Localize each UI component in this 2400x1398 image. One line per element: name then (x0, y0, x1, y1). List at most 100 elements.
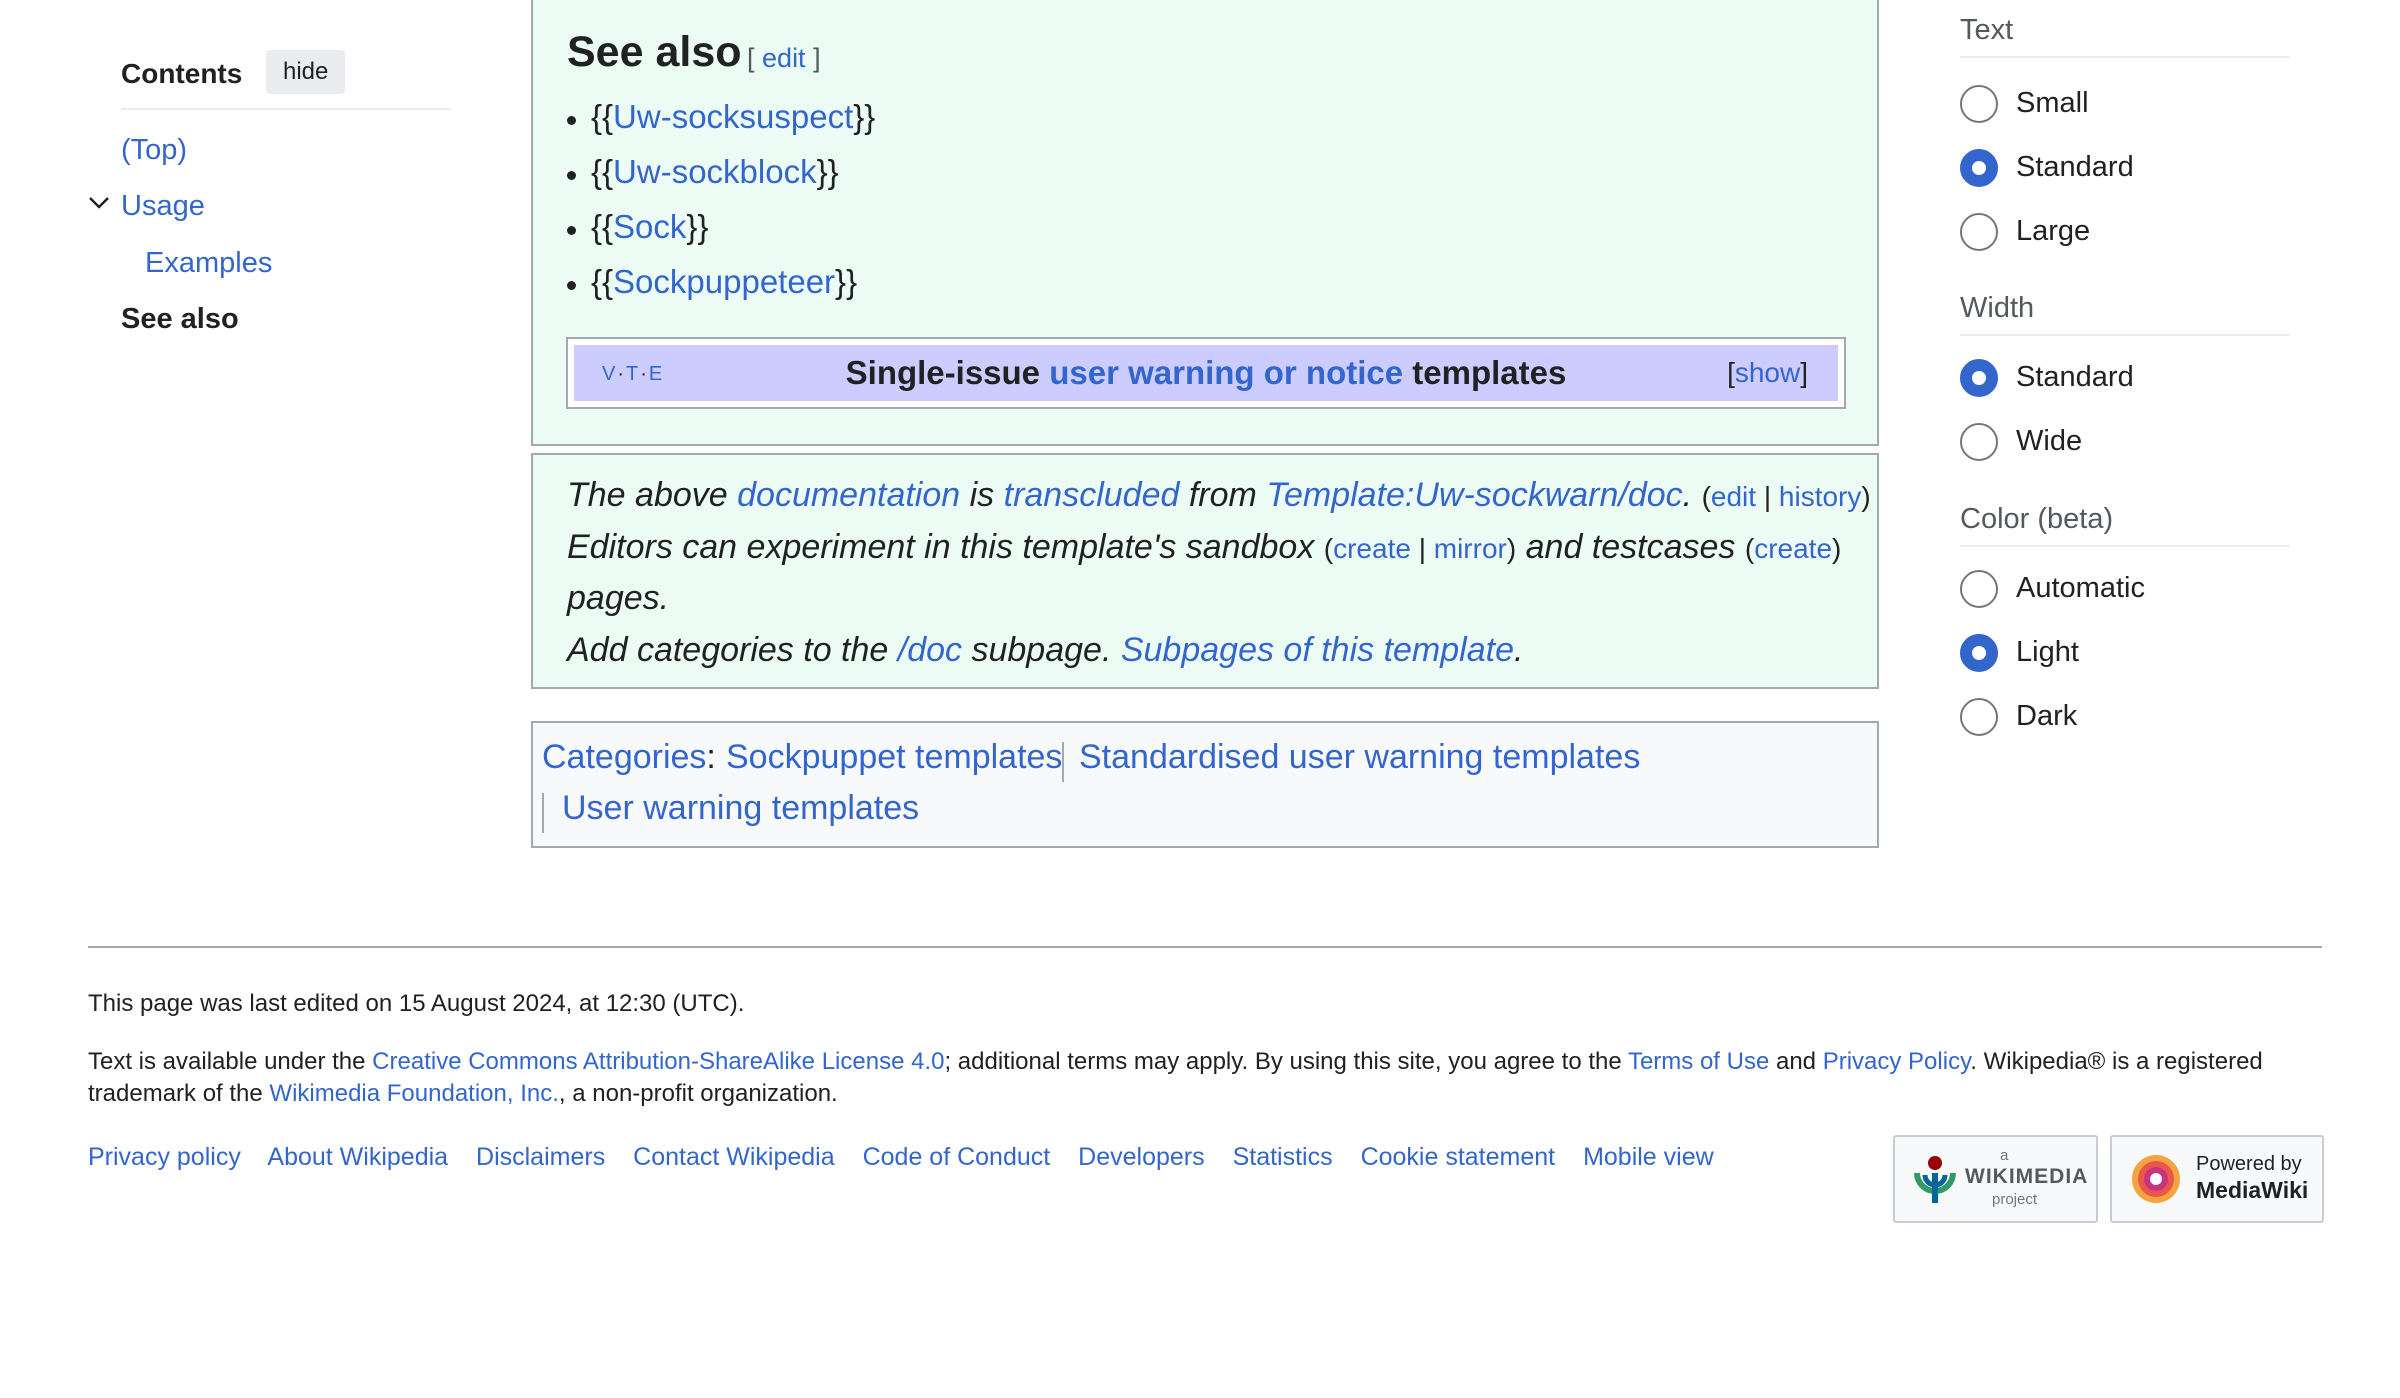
text: subpage. (962, 631, 1121, 669)
list-item: {{Uw-sockblock}} (567, 153, 839, 191)
badge-small-text: Powered by (2196, 1153, 2302, 1175)
footer-link-contact[interactable]: Contact Wikipedia (633, 1143, 834, 1171)
braces-open: {{ (591, 208, 614, 245)
category-item[interactable]: Sockpuppet templates (726, 738, 1062, 777)
braces-close: }} (835, 263, 858, 300)
footer-link-statistics[interactable]: Statistics (1233, 1143, 1333, 1171)
category-separator (1062, 742, 1064, 782)
doc-page-link[interactable]: Template:Uw-sockwarn/doc (1266, 476, 1682, 514)
subpages-link[interactable]: Subpages of this template (1121, 631, 1514, 669)
radio-circle[interactable] (1960, 85, 1998, 123)
bracket-close: ] (1800, 357, 1808, 388)
radio-label[interactable]: Automatic (2016, 572, 2145, 605)
braces-close: }} (816, 153, 839, 190)
doc-history-link[interactable]: history (1779, 481, 1861, 512)
badge-small-text: a (2000, 1147, 2009, 1164)
doc-edit-link[interactable]: edit (1711, 481, 1756, 512)
categories-link[interactable]: Categories (542, 738, 706, 776)
list-item: {{Sock}} (566, 208, 708, 246)
badge-title: MediaWiki (2196, 1177, 2309, 1203)
footer-link-disclaimers[interactable]: Disclaimers (476, 1143, 605, 1171)
radio-circle-checked[interactable] (1960, 149, 1998, 187)
navbox-title-link[interactable]: user warning or notice (1049, 354, 1403, 391)
radio-label[interactable]: Standard (2016, 361, 2134, 394)
wikimedia-foundation-link[interactable]: Wikimedia Foundation, Inc. (269, 1080, 558, 1107)
radio-circle-checked[interactable] (1960, 634, 1998, 672)
navbox-title-bar: V·T·E Single-issue user warning or notic… (574, 345, 1838, 401)
radio-label[interactable]: Wide (2016, 425, 2082, 458)
section-heading-see-also: See also (567, 28, 742, 76)
transcluded-link[interactable]: transcluded (1004, 476, 1180, 514)
cc-license-link[interactable]: Creative Commons Attribution-ShareAlike … (372, 1048, 944, 1075)
radio-circle[interactable] (1960, 423, 1998, 461)
navbox-title-post: templates (1403, 354, 1567, 391)
radio-circle[interactable] (1960, 213, 1998, 251)
documentation-link[interactable]: documentation (737, 476, 960, 514)
radio-label[interactable]: Large (2016, 215, 2090, 248)
terms-of-use-link[interactable]: Terms of Use (1628, 1048, 1769, 1075)
radio-circle-checked[interactable] (1960, 359, 1998, 397)
footer-links: Privacy policy About Wikipedia Disclaime… (88, 1143, 1735, 1172)
navbox: V·T·E Single-issue user warning or notic… (566, 337, 1846, 409)
chevron-down-icon[interactable] (88, 192, 110, 214)
radio-label[interactable]: Dark (2016, 700, 2077, 733)
footer-link-developers[interactable]: Developers (1078, 1143, 1204, 1171)
braces-open: {{ (591, 98, 614, 135)
footer-link-about[interactable]: About Wikipedia (267, 1143, 448, 1171)
testcases-create-link[interactable]: create (1754, 533, 1832, 564)
radio-circle[interactable] (1960, 698, 1998, 736)
category-separator (542, 793, 544, 833)
edit-link[interactable]: edit (762, 43, 806, 73)
toc-item-examples[interactable]: Examples (145, 247, 272, 280)
sandbox-create-link[interactable]: create (1333, 533, 1411, 564)
template-link[interactable]: Uw-sockblock (613, 153, 817, 190)
privacy-policy-link[interactable]: Privacy Policy (1823, 1048, 1971, 1075)
documentation-notice: The above documentation is transcluded f… (531, 453, 1879, 689)
sandbox-mirror-link[interactable]: mirror (1434, 533, 1507, 564)
heading-label: Text (1960, 14, 2014, 46)
toc-item-top[interactable]: (Top) (121, 134, 187, 167)
heading-label: Color (beta) (1960, 503, 2114, 535)
footer-divider (88, 946, 2322, 948)
text: Text is available under the (88, 1048, 373, 1075)
bracket-open: [ (1727, 357, 1735, 388)
footer-link-privacy[interactable]: Privacy policy (88, 1143, 241, 1171)
navbox-title-pre: Single-issue (845, 354, 1050, 391)
category-item[interactable]: User warning templates (562, 789, 919, 828)
section-edit-link: [ edit ] (747, 43, 821, 74)
category-row-1: Categories: (542, 738, 716, 776)
heading-label: Width (1960, 292, 2035, 324)
category-links: Categories: Sockpuppet templates Standar… (531, 721, 1879, 848)
toc-item-usage[interactable]: Usage (121, 190, 205, 223)
template-link[interactable]: Uw-socksuspect (613, 98, 853, 135)
badge-title: WIKIMEDIA (1965, 1165, 2089, 1188)
radio-label[interactable]: Small (2016, 87, 2089, 120)
text: Editors can experiment in this template'… (567, 528, 1324, 566)
toc-item-see-also[interactable]: See also (121, 303, 239, 336)
license-line-1: Text is available under the Creative Com… (88, 1048, 2263, 1076)
template-link[interactable]: Sockpuppeteer (613, 263, 835, 300)
powered-by-mediawiki-badge[interactable]: Powered by MediaWiki (2110, 1135, 2324, 1223)
footer-link-mobile-view[interactable]: Mobile view (1583, 1143, 1714, 1171)
navbox-show-button[interactable]: show (1735, 357, 1800, 388)
documentation-box: See also [ edit ] {{Uw-socksuspect}} {{U… (531, 0, 1879, 446)
doc-notice-line-2: Editors can experiment in this template'… (567, 528, 1842, 566)
radio-label[interactable]: Standard (2016, 151, 2134, 184)
text-size-heading: Text (1960, 0, 2290, 58)
footer-link-cookie[interactable]: Cookie statement (1361, 1143, 1556, 1171)
list-item: {{Sockpuppeteer}} (566, 263, 858, 301)
braces-open: {{ (591, 263, 614, 300)
category-item[interactable]: Standardised user warning templates (1079, 738, 1640, 777)
doc-notice-line-3: pages. (567, 579, 670, 617)
navbox-title: Single-issue user warning or notice temp… (574, 354, 1838, 392)
toc-hide-button[interactable]: hide (266, 50, 346, 94)
radio-label[interactable]: Light (2016, 636, 2079, 669)
doc-subpage-link[interactable]: /doc (898, 631, 962, 669)
radio-circle[interactable] (1960, 570, 1998, 608)
footer-link-code-of-conduct[interactable]: Code of Conduct (863, 1143, 1051, 1171)
wikimedia-project-badge[interactable]: a WIKIMEDIA project (1893, 1135, 2098, 1223)
template-link[interactable]: Sock (613, 208, 686, 245)
mediawiki-logo-icon (2132, 1155, 2180, 1203)
text: , a non-profit organization. (558, 1080, 838, 1107)
text: is (960, 476, 1004, 514)
